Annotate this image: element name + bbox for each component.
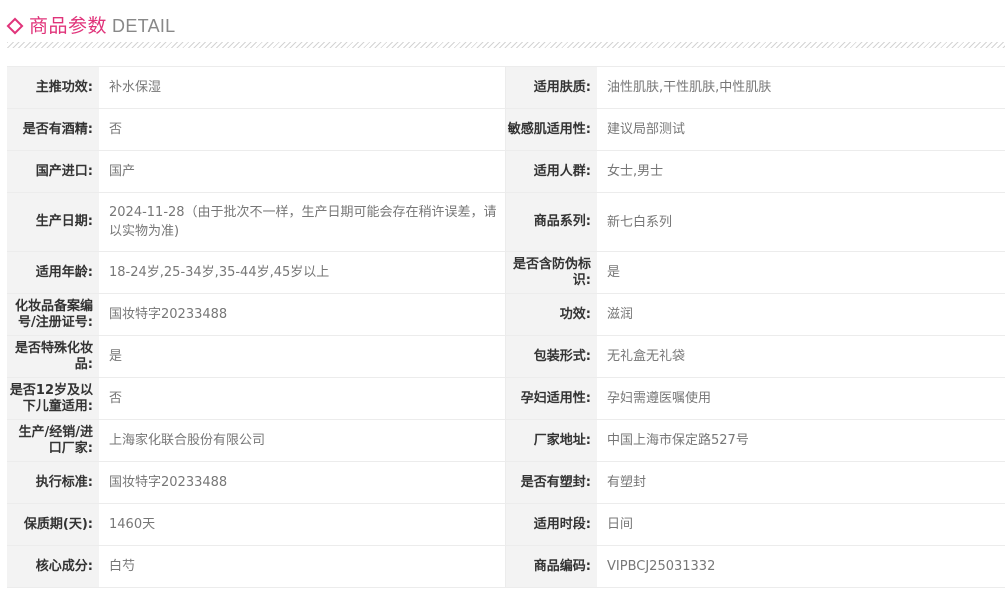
param-value: 18-24岁,25-34岁,35-44岁,45岁以上	[99, 251, 506, 294]
table-row: 保质期(天): 1460天 适用时段: 日间	[7, 503, 1005, 546]
param-value: 无礼盒无礼袋	[597, 335, 1005, 378]
table-row: 主推功效: 补水保湿 适用肤质: 油性肌肤,干性肌肤,中性肌肤	[7, 66, 1005, 109]
param-value: 白芍	[99, 545, 506, 588]
table-row: 执行标准: 国妆特字20233488 是否有塑封: 有塑封	[7, 461, 1005, 504]
param-value: 滋润	[597, 293, 1005, 336]
param-label: 核心成分:	[7, 545, 99, 588]
param-label: 主推功效:	[7, 66, 99, 109]
param-label: 适用年龄:	[7, 251, 99, 294]
param-label: 是否有塑封:	[505, 461, 597, 504]
param-value: 补水保湿	[99, 66, 506, 109]
section-header: 商品参数 DETAIL	[6, 12, 176, 40]
param-label: 商品系列:	[505, 192, 597, 252]
table-row: 生产日期: 2024-11-28（由于批次不一样，生产日期可能会存在稍许误差，请…	[7, 192, 1005, 252]
param-label: 适用人群:	[505, 150, 597, 193]
param-value: 国产	[99, 150, 506, 193]
param-value: 国妆特字20233488	[99, 461, 506, 504]
table-row: 化妆品备案编号/注册证号: 国妆特字20233488 功效: 滋润	[7, 293, 1005, 336]
param-value: 新七白系列	[597, 192, 1005, 252]
param-value: 建议局部测试	[597, 108, 1005, 151]
param-label: 是否特殊化妆品:	[7, 335, 99, 378]
table-row: 是否有酒精: 否 敏感肌适用性: 建议局部测试	[7, 108, 1005, 151]
param-label: 包装形式:	[505, 335, 597, 378]
param-value: 日间	[597, 503, 1005, 546]
param-label: 功效:	[505, 293, 597, 336]
table-row: 适用年龄: 18-24岁,25-34岁,35-44岁,45岁以上 是否含防伪标识…	[7, 251, 1005, 294]
param-label: 敏感肌适用性:	[505, 108, 597, 151]
param-value: 是	[597, 251, 1005, 294]
param-label: 孕妇适用性:	[505, 377, 597, 420]
diamond-icon	[6, 17, 24, 35]
param-label: 执行标准:	[7, 461, 99, 504]
table-row: 国产进口: 国产 适用人群: 女士,男士	[7, 150, 1005, 193]
table-row: 是否特殊化妆品: 是 包装形式: 无礼盒无礼袋	[7, 335, 1005, 378]
param-value: 孕妇需遵医嘱使用	[597, 377, 1005, 420]
section-title: 商品参数	[29, 15, 108, 37]
param-label: 适用肤质:	[505, 66, 597, 109]
param-value: 上海家化联合股份有限公司	[99, 419, 506, 462]
param-label: 保质期(天):	[7, 503, 99, 546]
param-value: 否	[99, 108, 506, 151]
param-label: 化妆品备案编号/注册证号:	[7, 293, 99, 336]
table-row: 是否12岁及以下儿童适用: 否 孕妇适用性: 孕妇需遵医嘱使用	[7, 377, 1005, 420]
param-value: VIPBCJ25031332	[597, 545, 1005, 588]
param-label: 是否12岁及以下儿童适用:	[7, 377, 99, 420]
param-value: 1460天	[99, 503, 506, 546]
hatched-divider	[7, 42, 1005, 48]
param-value: 油性肌肤,干性肌肤,中性肌肤	[597, 66, 1005, 109]
param-value: 女士,男士	[597, 150, 1005, 193]
param-value: 有塑封	[597, 461, 1005, 504]
param-label: 国产进口:	[7, 150, 99, 193]
param-value: 是	[99, 335, 506, 378]
section-subtitle: DETAIL	[112, 16, 176, 36]
param-value: 国妆特字20233488	[99, 293, 506, 336]
param-label: 适用时段:	[505, 503, 597, 546]
param-label: 是否含防伪标识:	[505, 251, 597, 294]
table-row: 生产/经销/进口厂家: 上海家化联合股份有限公司 厂家地址: 中国上海市保定路5…	[7, 419, 1005, 462]
product-params-table: 主推功效: 补水保湿 适用肤质: 油性肌肤,干性肌肤,中性肌肤 是否有酒精: 否…	[7, 66, 1005, 588]
param-label: 是否有酒精:	[7, 108, 99, 151]
param-value: 中国上海市保定路527号	[597, 419, 1005, 462]
param-label: 商品编码:	[505, 545, 597, 588]
param-label: 生产日期:	[7, 192, 99, 252]
param-label: 厂家地址:	[505, 419, 597, 462]
param-value: 2024-11-28（由于批次不一样，生产日期可能会存在稍许误差，请以实物为准)	[99, 192, 506, 252]
table-row: 核心成分: 白芍 商品编码: VIPBCJ25031332	[7, 545, 1005, 588]
param-value: 否	[99, 377, 506, 420]
param-label: 生产/经销/进口厂家:	[7, 419, 99, 462]
